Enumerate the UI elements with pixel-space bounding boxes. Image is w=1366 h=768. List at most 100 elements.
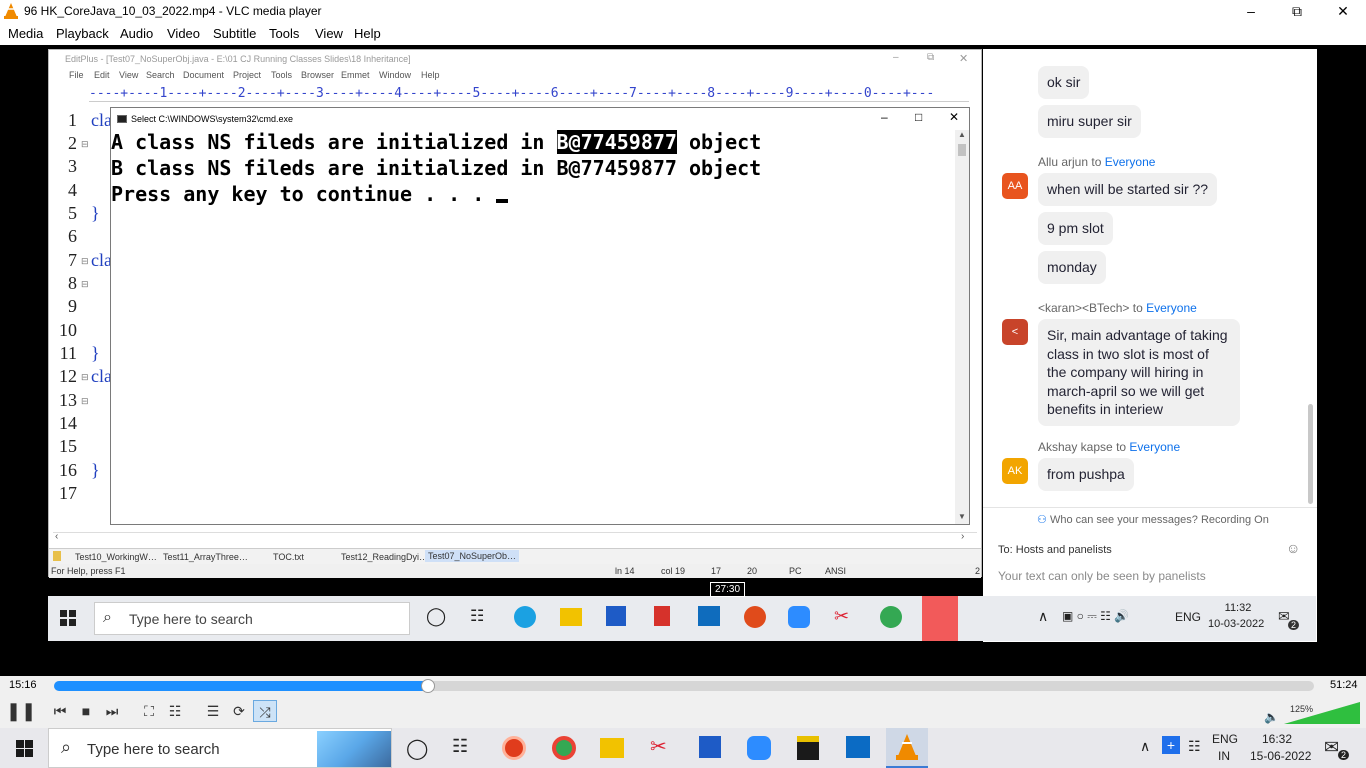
obs-icon[interactable]: [744, 606, 766, 628]
fold-icon[interactable]: ⊟: [81, 372, 89, 383]
playlist-button[interactable]: ☰: [201, 700, 225, 722]
menu-help[interactable]: Help: [354, 26, 381, 41]
minimize-button[interactable]: –: [1228, 0, 1274, 23]
tab-file[interactable]: Test11_ArrayThree…: [163, 552, 248, 562]
cmd-console-output[interactable]: A class NS fileds are initialized in B@7…: [111, 130, 953, 524]
editplus-close-icon[interactable]: ✕: [959, 52, 968, 65]
chrome-icon[interactable]: [552, 736, 576, 760]
ep-menu-tools[interactable]: Tools: [271, 70, 292, 80]
tray-chevron-icon[interactable]: ∧: [1140, 738, 1150, 755]
cortana-icon[interactable]: ◯: [406, 736, 428, 761]
seek-handle[interactable]: [421, 679, 436, 693]
edge-icon[interactable]: [514, 606, 536, 628]
ep-menu-project[interactable]: Project: [233, 70, 261, 80]
fold-icon[interactable]: ⊟: [81, 139, 89, 150]
store-icon[interactable]: [606, 606, 626, 626]
menu-playback[interactable]: Playback: [56, 26, 109, 41]
network-icon[interactable]: ☷: [1188, 738, 1201, 755]
tray-icons[interactable]: ▣ ○ ⎓ ☷ 🔊: [1062, 609, 1129, 624]
cmd-scrollbar[interactable]: ▲ ▼: [955, 130, 969, 524]
cortana-icon[interactable]: ◯: [426, 606, 446, 627]
photos-icon[interactable]: [846, 736, 870, 758]
editplus-minimize-icon[interactable]: –: [893, 52, 899, 63]
taskbar-search-box[interactable]: ⌕ Type here to search: [48, 728, 392, 768]
tab-file[interactable]: TOC.txt: [273, 552, 304, 562]
tray-app-icon[interactable]: +: [1162, 736, 1180, 754]
mail-icon[interactable]: [698, 606, 720, 626]
scroll-left-icon[interactable]: ‹: [55, 531, 58, 542]
close-button[interactable]: ✕: [1320, 0, 1366, 23]
menu-audio[interactable]: Audio: [120, 26, 153, 41]
tray-date[interactable]: 10-03-2022: [1208, 618, 1264, 630]
tab-file[interactable]: Test12_ReadingDyi…: [341, 552, 428, 562]
ep-menu-view[interactable]: View: [119, 70, 138, 80]
tray-chevron-icon[interactable]: ∧: [1038, 608, 1048, 625]
volume-icon[interactable]: 🔈: [1264, 710, 1279, 724]
loop-button[interactable]: ⟳: [227, 700, 251, 722]
menu-tools[interactable]: Tools: [269, 26, 299, 41]
notepad-icon[interactable]: [797, 736, 819, 760]
recorder-icon[interactable]: [922, 596, 958, 641]
privacy-notice[interactable]: ⚇ Who can see your messages? Recording O…: [1037, 513, 1269, 526]
fullscreen-button[interactable]: ⛶: [137, 700, 161, 722]
fold-icon[interactable]: ⊟: [81, 279, 89, 290]
video-area[interactable]: EditPlus - [Test07_NoSuperObj.java - E:\…: [0, 45, 1366, 676]
cmd-minimize-icon[interactable]: –: [881, 110, 888, 124]
editplus-hscrollbar[interactable]: ‹ ›: [53, 531, 977, 544]
tray-language[interactable]: ENG: [1175, 610, 1201, 624]
ep-menu-search[interactable]: Search: [146, 70, 175, 80]
gift-icon[interactable]: [654, 606, 670, 626]
tray-date[interactable]: 15-06-2022: [1250, 749, 1311, 763]
ep-menu-window[interactable]: Window: [379, 70, 411, 80]
tab-file-active[interactable]: Test07_NoSuperOb…: [425, 550, 520, 562]
chrome-icon[interactable]: [880, 606, 902, 628]
task-view-icon[interactable]: ☷: [452, 736, 468, 757]
tray-time[interactable]: 11:32: [1218, 602, 1258, 614]
stop-button[interactable]: ■: [74, 700, 98, 722]
editplus-restore-icon[interactable]: ⧉: [927, 52, 934, 63]
chat-scroll-thumb[interactable]: [1308, 404, 1313, 504]
ep-menu-help[interactable]: Help: [421, 70, 440, 80]
ep-menu-document[interactable]: Document: [183, 70, 224, 80]
store-icon[interactable]: [699, 736, 721, 758]
seek-bar[interactable]: [54, 679, 1314, 693]
chat-input[interactable]: Your text can only be seen by panelists: [998, 569, 1206, 583]
cmd-close-icon[interactable]: ✕: [949, 110, 959, 124]
snipping-tool-icon[interactable]: ✂: [650, 734, 667, 759]
extended-settings-button[interactable]: ☷: [163, 700, 187, 722]
windows-start-icon[interactable]: [16, 740, 33, 757]
zoom-icon[interactable]: [788, 606, 810, 628]
previous-button[interactable]: ⏮: [48, 700, 72, 722]
ep-menu-file[interactable]: File: [69, 70, 84, 80]
ep-menu-emmet[interactable]: Emmet: [341, 70, 370, 80]
notification-icon[interactable]: ✉: [1324, 737, 1339, 758]
fold-icon[interactable]: ⊟: [81, 396, 89, 407]
obs-icon[interactable]: [502, 736, 526, 760]
recorded-search-box[interactable]: ⌕ Type here to search: [94, 602, 410, 635]
snipping-tool-icon[interactable]: ✂: [834, 606, 849, 627]
ep-menu-edit[interactable]: Edit: [94, 70, 110, 80]
cmd-maximize-icon[interactable]: □: [915, 110, 922, 124]
menu-media[interactable]: Media: [8, 26, 43, 41]
tray-region[interactable]: IN: [1218, 749, 1230, 763]
pause-button[interactable]: ❚❚: [6, 700, 36, 722]
zoom-icon[interactable]: [747, 736, 771, 760]
windows-start-icon[interactable]: [60, 610, 76, 626]
menu-video[interactable]: Video: [167, 26, 200, 41]
menu-subtitle[interactable]: Subtitle: [213, 26, 256, 41]
maximize-button[interactable]: ⧉: [1274, 0, 1320, 23]
fold-icon[interactable]: ⊟: [81, 256, 89, 267]
tab-file[interactable]: Test10_WorkingW…: [75, 552, 157, 562]
file-explorer-icon[interactable]: [600, 738, 624, 758]
recipient-row[interactable]: To: Hosts and panelists: [998, 544, 1112, 556]
task-view-icon[interactable]: ☷: [470, 606, 484, 626]
emoji-icon[interactable]: ☺: [1286, 540, 1300, 556]
menu-view[interactable]: View: [315, 26, 343, 41]
scroll-down-icon[interactable]: ▼: [958, 512, 966, 521]
scroll-thumb[interactable]: [958, 144, 966, 156]
scroll-up-icon[interactable]: ▲: [958, 130, 966, 139]
tray-time[interactable]: 16:32: [1262, 732, 1292, 746]
ep-menu-browser[interactable]: Browser: [301, 70, 334, 80]
scroll-right-icon[interactable]: ›: [961, 531, 964, 542]
tray-language[interactable]: ENG: [1212, 732, 1238, 746]
